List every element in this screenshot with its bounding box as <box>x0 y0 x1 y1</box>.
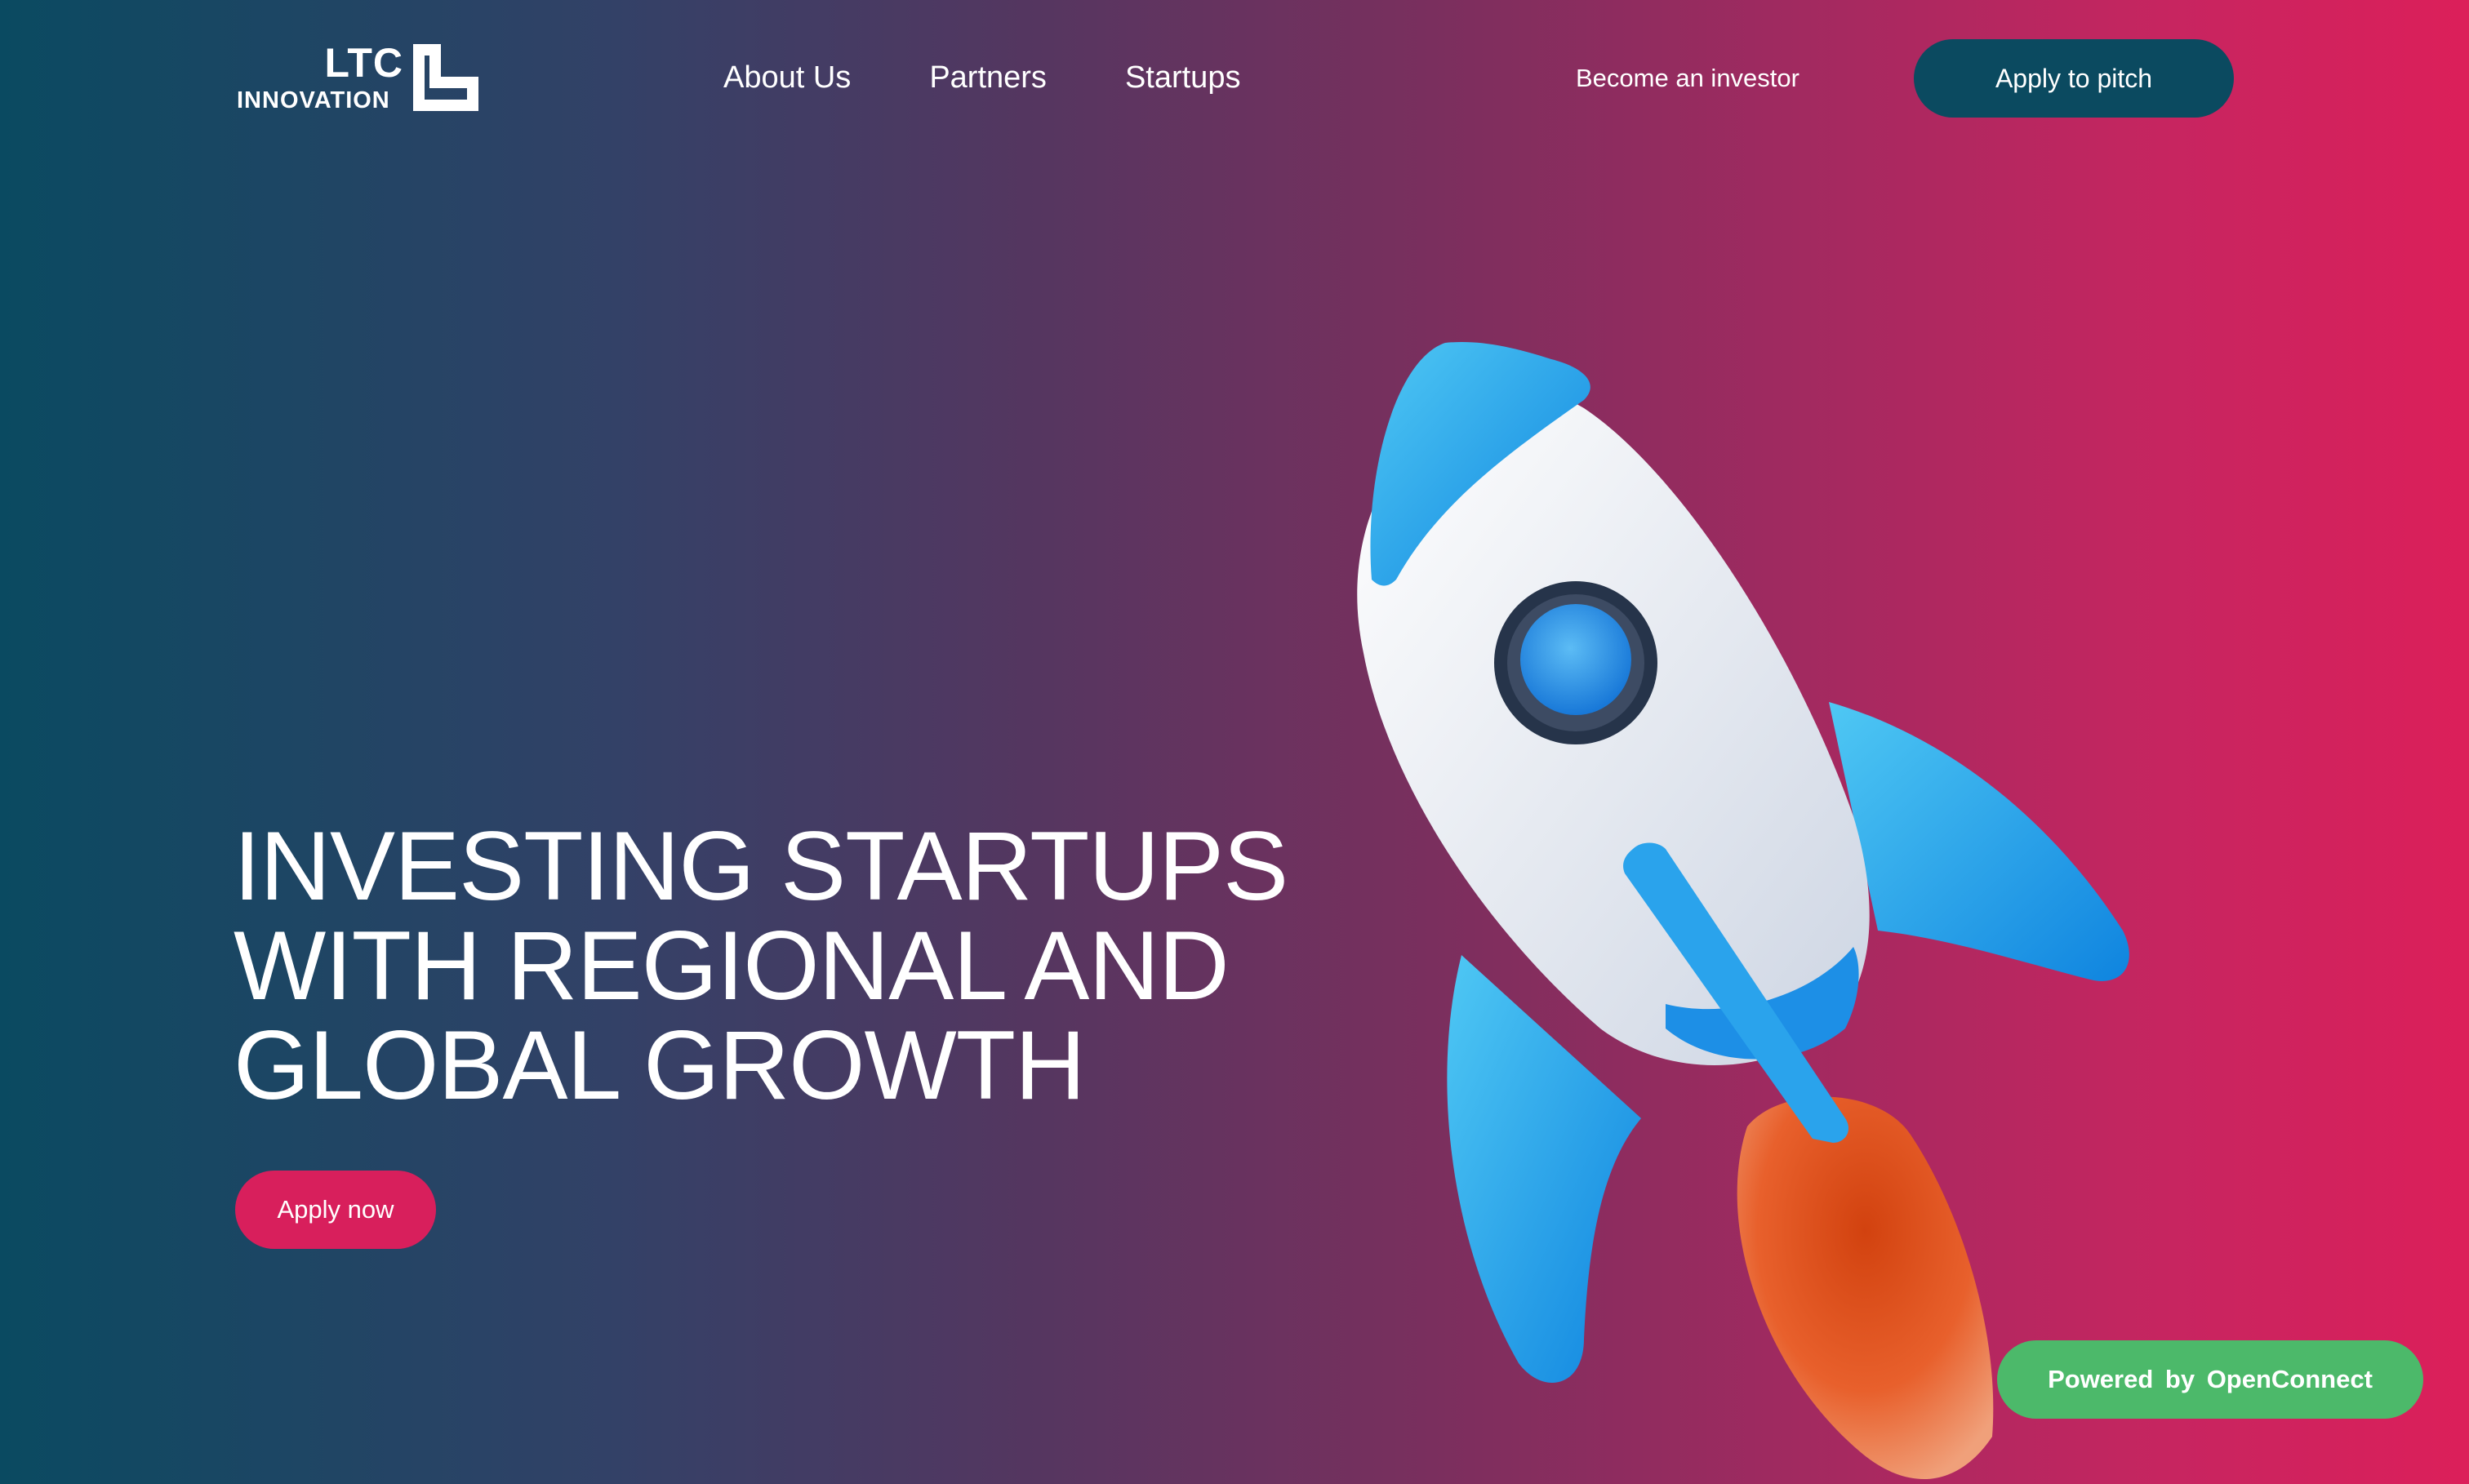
become-investor-link[interactable]: Become an investor <box>1576 60 1799 96</box>
logo-wordmark-ltc: LTC <box>324 40 403 86</box>
rocket-illustration-icon <box>1357 341 2129 1480</box>
nav-item-about-us[interactable]: About Us <box>723 57 851 98</box>
logo-mark-icon <box>413 44 478 111</box>
nav-item-startups[interactable]: Startups <box>1125 57 1241 98</box>
logo-wordmark-innovation: INNOVATION <box>237 87 390 113</box>
hero-title-line-1: INVESTING STARTUPS <box>234 811 1288 921</box>
powered-by-badge[interactable]: Powered by OpenConnect <box>1997 1340 2423 1419</box>
apply-now-button[interactable]: Apply now <box>235 1171 436 1249</box>
ltc-innovation-logo[interactable]: LTC INNOVATION <box>237 42 482 116</box>
hero-title-line-3: GLOBAL GROWTH <box>234 1011 1086 1120</box>
main-nav: About Us Partners Startups <box>723 57 1240 98</box>
nav-item-partners[interactable]: Partners <box>929 57 1047 98</box>
hero-title-line-2: WITH REGIONAL AND <box>234 911 1230 1020</box>
apply-to-pitch-button[interactable]: Apply to pitch <box>1914 39 2234 118</box>
hero-title: INVESTING STARTUPS WITH REGIONAL AND GLO… <box>234 816 1295 1115</box>
